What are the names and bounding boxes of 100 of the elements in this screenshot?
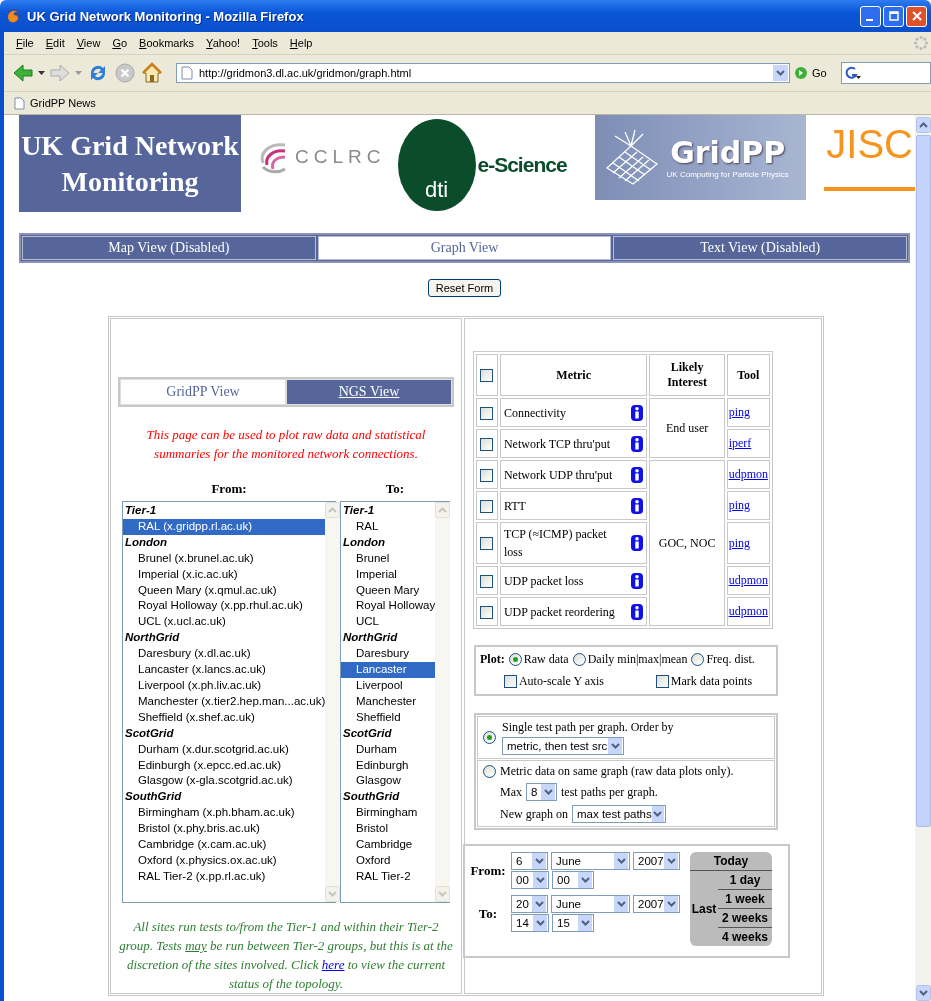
maximize-button[interactable] [883,5,904,27]
dropdown[interactable]: 00 [552,871,594,889]
checkbox[interactable] [480,499,494,513]
menu-item[interactable]: Edit [45,37,65,49]
close-button[interactable] [906,5,927,27]
checkbox[interactable] [480,574,494,588]
list-option[interactable]: Brunel (x.brunel.ac.uk) [123,550,326,567]
list-option[interactable]: Bristol [341,821,436,838]
list-option[interactable]: Sheffield [341,709,436,726]
list-box[interactable] [340,501,450,903]
bookmark-link[interactable]: GridPP News [30,97,96,109]
list-option[interactable]: Lancaster [341,662,436,678]
info-icon[interactable] [631,572,644,589]
info-icon[interactable] [631,466,644,483]
address-field[interactable]: http://gridmon3.dl.ac.uk/gridmon/graph.html [176,63,790,83]
search-engine-icon[interactable] [843,65,862,81]
list-option[interactable]: Cambridge [341,837,436,853]
list-option[interactable]: Liverpool (x.ph.liv.ac.uk) [123,677,326,694]
list-option[interactable]: UCL [341,614,436,631]
period-link[interactable]: 1 day [718,871,772,889]
list-option[interactable]: Lancaster (x.lancs.ac.uk) [123,662,326,678]
dropdown[interactable]: 2007 [633,895,680,913]
info-icon[interactable] [631,404,644,421]
radio-button[interactable] [691,653,705,666]
checkbox[interactable] [480,537,494,551]
dropdown[interactable]: 6 [511,852,548,870]
here-link[interactable]: here [321,957,345,972]
search-field[interactable] [840,62,931,84]
dropdown[interactable]: 8 [526,783,557,801]
dropdown[interactable]: 20 [511,895,548,913]
menu-item[interactable]: View [76,37,101,49]
list-option[interactable]: Queen Mary (x.qmul.ac.uk) [123,582,326,599]
checkbox[interactable] [480,605,494,619]
dropdown[interactable]: June [551,895,630,913]
menu-item[interactable]: Help [289,37,313,49]
checkbox[interactable] [655,675,669,688]
list-option[interactable]: RAL [341,518,436,535]
scroll-up-icon[interactable] [915,117,931,133]
list-option[interactable]: Bristol (x.phy.bris.ac.uk) [123,821,326,838]
period-link[interactable]: 1 week [718,889,772,908]
list-option[interactable]: Queen Mary [341,582,436,599]
tab[interactable]: Text View (Disabled) [613,236,907,260]
list-option[interactable]: Royal Holloway (x.pp.rhul.ac.uk) [123,598,326,615]
period-link[interactable]: 2 weeks [718,908,772,927]
checkbox[interactable] [503,675,517,688]
list-option[interactable]: Imperial [341,566,436,583]
list-option[interactable]: Cambridge (x.cam.ac.uk) [123,837,326,853]
list-option[interactable]: Manchester (x.tier2.hep.man...ac.uk) [123,693,326,710]
checkbox[interactable] [480,406,494,420]
list-option[interactable]: Durham [341,741,436,758]
tool-link[interactable]: ping [728,535,750,550]
dropdown[interactable]: max test paths [572,805,666,823]
home-icon[interactable] [140,61,164,85]
tab[interactable]: Graph View [317,236,612,260]
list-option[interactable]: Edinburgh (x.epcc.ed.ac.uk) [123,757,326,774]
radio-button[interactable] [508,653,522,666]
list-option[interactable]: Royal Holloway [341,598,436,615]
list-option[interactable]: RAL Tier-2 (x.pp.rl.ac.uk) [123,868,326,885]
dropdown[interactable]: 00 [511,871,549,889]
minimize-button[interactable] [860,5,881,27]
checkbox[interactable] [480,468,494,482]
list-option[interactable]: Birmingham [341,805,436,822]
checkbox[interactable] [480,369,494,383]
list-option[interactable]: Brunel [341,550,436,567]
tab[interactable]: GridPP View [120,379,286,405]
radio-button[interactable] [483,731,496,744]
period-link[interactable]: 4 weeks [718,927,772,946]
dropdown[interactable]: 15 [552,914,594,932]
list-option[interactable]: Glasgow [341,773,436,790]
list-option[interactable]: Sheffield (x.shef.ac.uk) [123,709,326,726]
menu-item[interactable]: Go [112,37,128,49]
list-option[interactable]: Glasgow (x-gla.scotgrid.ac.uk) [123,773,326,790]
go-icon[interactable] [794,66,808,80]
tab[interactable]: NGS View [286,379,452,405]
list-option[interactable]: Edinburgh [341,757,436,774]
list-option[interactable]: Oxford (x.physics.ox.ac.uk) [123,852,326,869]
caret-icon[interactable] [38,70,45,76]
go-button[interactable]: Go [812,67,827,79]
today-link[interactable]: Today [690,852,772,871]
radio-button[interactable] [483,765,496,778]
list-option[interactable]: Daresbury [341,646,436,663]
list-option[interactable]: Liverpool [341,677,436,694]
menu-item[interactable]: Tools [252,37,278,49]
dropdown[interactable]: 2007 [633,852,680,870]
dropdown[interactable]: June [551,852,630,870]
scroll-down-icon[interactable] [915,985,931,1001]
menu-item[interactable]: File [16,37,34,49]
checkbox[interactable] [480,437,494,451]
info-icon[interactable] [631,435,644,452]
list-option[interactable]: UCL (x.ucl.ac.uk) [123,614,326,631]
menu-item[interactable]: Yahoo! [206,37,241,49]
radio-button[interactable] [572,653,586,666]
tab[interactable]: Map View (Disabled) [22,236,316,260]
list-option[interactable]: Daresbury (x.dl.ac.uk) [123,646,326,663]
dropdown[interactable]: 14 [511,914,549,932]
list-option[interactable]: Oxford [341,852,436,869]
reset-button[interactable]: Reset Form [427,279,502,297]
info-icon[interactable] [631,497,644,514]
list-option[interactable]: Imperial (x.ic.ac.uk) [123,566,326,583]
list-option[interactable]: Birmingham (x.ph.bham.ac.uk) [123,805,326,822]
